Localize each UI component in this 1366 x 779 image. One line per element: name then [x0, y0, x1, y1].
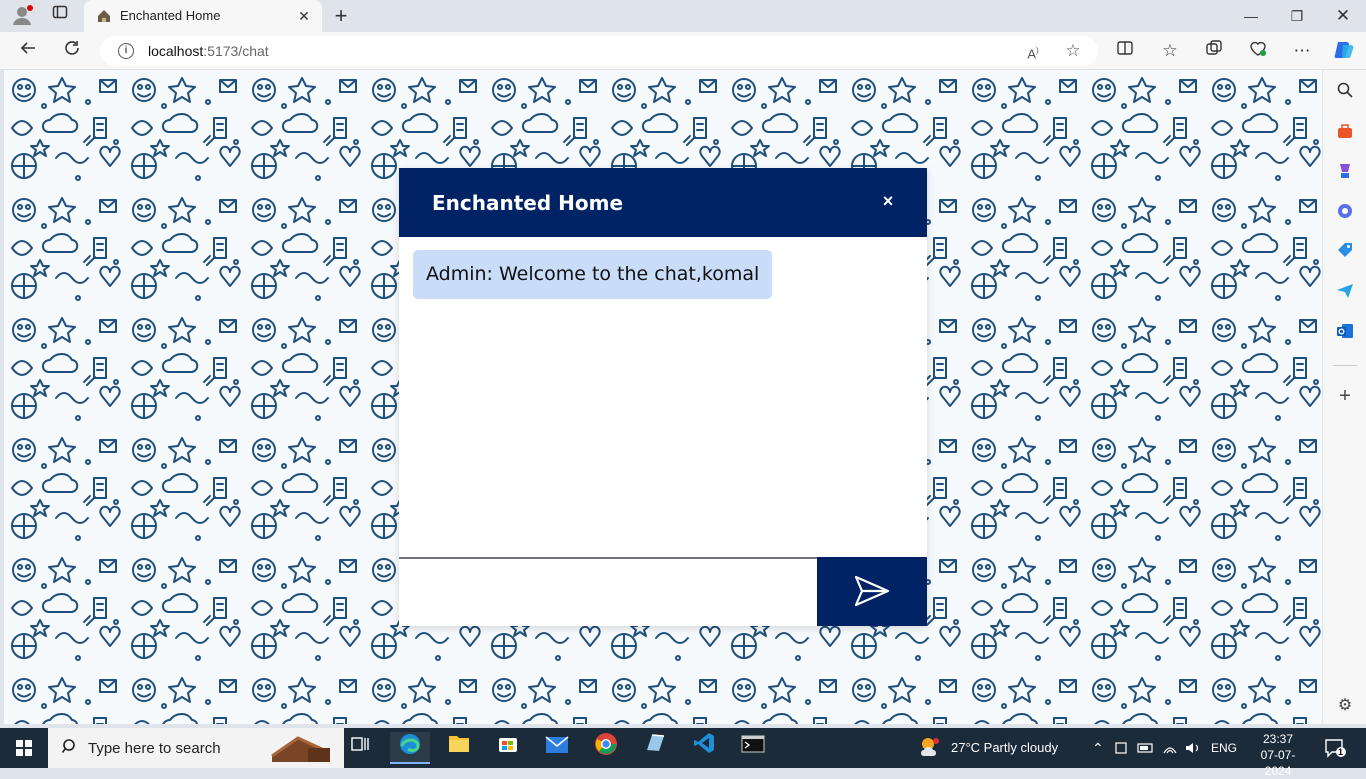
edge-sidebar: + ⚙: [1322, 70, 1366, 724]
shopping-icon[interactable]: [1335, 242, 1355, 262]
restore-icon[interactable]: ❐: [1274, 0, 1320, 32]
chat-title: Enchanted Home: [432, 191, 624, 215]
outlook-icon[interactable]: [1335, 322, 1355, 342]
minimize-icon[interactable]: —: [1228, 0, 1274, 32]
file-explorer-icon[interactable]: [439, 732, 479, 764]
collections-icon[interactable]: [1202, 39, 1226, 63]
browser-tab[interactable]: Enchanted Home ✕: [84, 0, 322, 32]
more-menu-icon[interactable]: ⋯: [1290, 39, 1314, 63]
start-button[interactable]: [0, 728, 48, 768]
search-icon: [60, 738, 80, 758]
clock-date: 07-07-2024: [1260, 748, 1296, 778]
tab-actions-icon[interactable]: [48, 4, 72, 28]
clock[interactable]: 23:37 07-07-2024: [1248, 731, 1308, 779]
terminal-icon[interactable]: [733, 732, 773, 764]
games-icon[interactable]: [1335, 162, 1355, 182]
add-sidebar-app-icon[interactable]: +: [1335, 386, 1355, 406]
message-input[interactable]: [399, 559, 817, 626]
tools-icon[interactable]: [1335, 122, 1355, 142]
notification-count: 1: [1338, 747, 1344, 757]
weather-text: 27°C Partly cloudy: [951, 740, 1059, 755]
language-indicator[interactable]: ENG: [1211, 728, 1241, 768]
taskbar-search[interactable]: Type here to search: [48, 728, 344, 768]
refresh-icon[interactable]: [60, 39, 84, 63]
show-hidden-icons-icon[interactable]: ⌃: [1092, 728, 1106, 768]
windows-taskbar: Type here to search 27°C Partly cloudy ⌃: [0, 728, 1366, 778]
page-viewport: Enchanted Home × Admin: Welcome to the c…: [4, 70, 1322, 724]
url-host: localhost: [148, 43, 204, 59]
notification-center-icon[interactable]: 1: [1322, 728, 1350, 768]
copilot-side-icon[interactable]: [1335, 202, 1355, 222]
profile-avatar-icon[interactable]: [10, 4, 34, 28]
chat-messages: Admin: Welcome to the chat,komal: [399, 237, 927, 557]
url-path: :5173/chat: [203, 43, 269, 59]
window-close-icon[interactable]: ✕: [1320, 0, 1366, 32]
sidebar-settings-icon[interactable]: ⚙: [1335, 696, 1355, 716]
microsoft-store-icon[interactable]: [488, 732, 528, 764]
split-screen-icon[interactable]: [1113, 39, 1137, 63]
chat-header: Enchanted Home ×: [399, 168, 927, 237]
app-icon[interactable]: [635, 732, 675, 764]
read-aloud-icon[interactable]: A): [1022, 40, 1044, 62]
send-tab-icon[interactable]: [1335, 282, 1355, 302]
address-toolbar: i localhost:5173/chat A) ☆ ☆ ⋯: [0, 32, 1366, 70]
edge-taskbar-icon[interactable]: [390, 732, 430, 764]
system-tray-icons[interactable]: [1114, 728, 1204, 768]
send-icon: [854, 575, 890, 607]
send-button[interactable]: [817, 557, 927, 626]
browser-essentials-icon[interactable]: [1246, 39, 1270, 63]
clock-time: 23:37: [1262, 732, 1294, 746]
task-view-icon[interactable]: [340, 732, 380, 764]
sidebar-divider: [1333, 365, 1357, 366]
chrome-icon[interactable]: [586, 732, 626, 764]
tab-close-icon[interactable]: ✕: [294, 6, 314, 26]
mail-icon[interactable]: [537, 732, 577, 764]
new-tab-icon[interactable]: +: [329, 4, 353, 28]
site-favicon-icon: [96, 8, 112, 24]
url-text: localhost:5173/chat: [148, 43, 269, 59]
copilot-icon[interactable]: [1332, 39, 1356, 63]
search-icon[interactable]: [1335, 82, 1355, 102]
chat-window: Enchanted Home × Admin: Welcome to the c…: [399, 168, 927, 626]
browser-titlebar: Enchanted Home ✕ + — ❐ ✕: [0, 0, 1366, 32]
chat-message-bubble: Admin: Welcome to the chat,komal: [413, 250, 773, 299]
vscode-icon[interactable]: [684, 732, 724, 764]
chat-close-button[interactable]: ×: [877, 190, 899, 212]
address-bar[interactable]: i localhost:5173/chat A) ☆: [100, 36, 1098, 66]
favorite-star-icon[interactable]: ☆: [1062, 40, 1084, 62]
partly-cloudy-icon: [921, 738, 939, 756]
site-info-icon[interactable]: i: [118, 43, 134, 59]
weather-widget[interactable]: 27°C Partly cloudy: [918, 728, 1074, 768]
tab-title: Enchanted Home: [120, 8, 221, 23]
search-highlight-image: [268, 730, 342, 766]
chat-composer: [399, 557, 927, 626]
favorites-icon[interactable]: ☆: [1158, 39, 1182, 63]
search-placeholder: Type here to search: [88, 740, 221, 757]
back-icon[interactable]: [16, 39, 40, 63]
